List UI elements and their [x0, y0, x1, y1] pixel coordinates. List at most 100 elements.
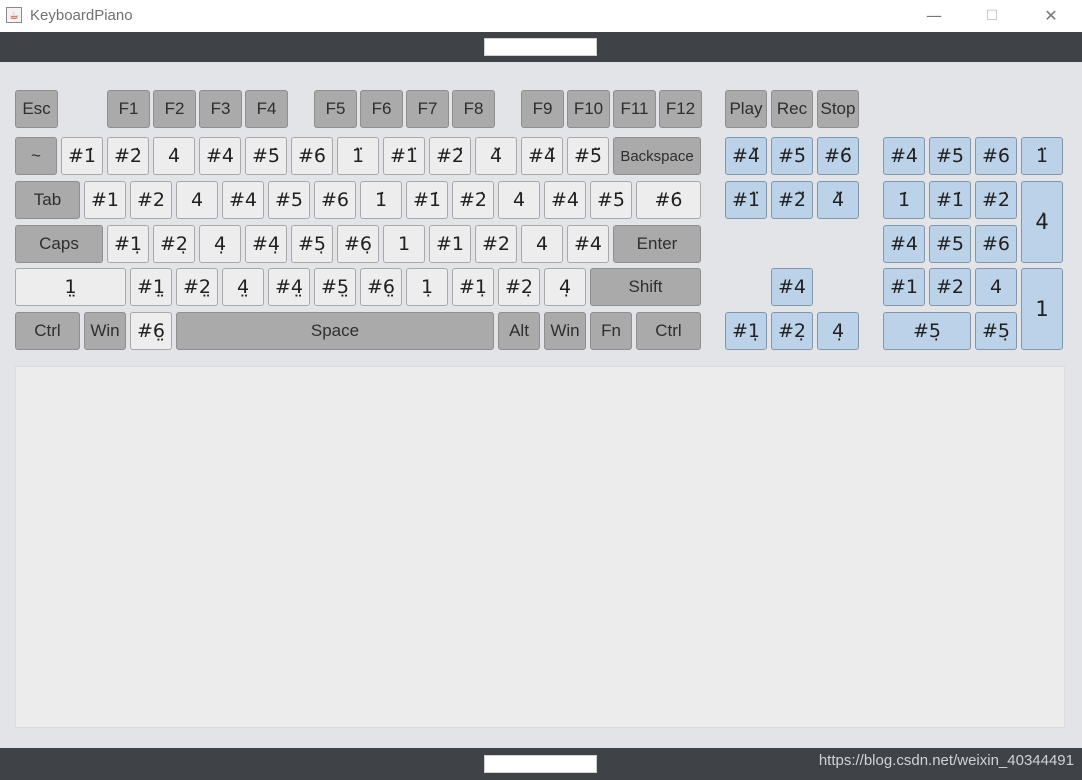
piano-key[interactable]: #1̤: [130, 268, 172, 306]
piano-key[interactable]: #5̈: [567, 137, 609, 175]
key-f3[interactable]: F3: [199, 90, 242, 128]
close-button[interactable]: ✕: [1028, 0, 1074, 32]
numpad-key[interactable]: #4: [883, 225, 925, 263]
numpad-key[interactable]: 1̇: [883, 181, 925, 219]
key-f9[interactable]: F9: [521, 90, 564, 128]
piano-key[interactable]: #4̣: [245, 225, 287, 263]
numpad-key[interactable]: #6: [975, 225, 1017, 263]
key-f12[interactable]: F12: [659, 90, 702, 128]
piano-key[interactable]: #5̇: [590, 181, 632, 219]
minimize-button[interactable]: —: [911, 0, 957, 32]
key-f10[interactable]: F10: [567, 90, 610, 128]
numpad-zero-key[interactable]: #5̣: [883, 312, 971, 350]
piano-key[interactable]: #6̣: [337, 225, 379, 263]
piano-key[interactable]: #4: [222, 181, 264, 219]
numpad-key[interactable]: 4: [975, 268, 1017, 306]
piano-key[interactable]: #2̣: [153, 225, 195, 263]
key-f6[interactable]: F6: [360, 90, 403, 128]
piano-key[interactable]: 1̈: [337, 137, 379, 175]
top-input-box[interactable]: [484, 38, 597, 56]
piano-key[interactable]: #1̈: [383, 137, 425, 175]
stop-button[interactable]: Stop: [817, 90, 859, 128]
numpad-key[interactable]: #4̇: [883, 137, 925, 175]
piano-key[interactable]: 4̤: [222, 268, 264, 306]
piano-key[interactable]: #6̇: [636, 181, 701, 219]
nav-key-insert[interactable]: #4̈: [725, 137, 767, 175]
piano-key[interactable]: 4̣: [199, 225, 241, 263]
piano-key[interactable]: #5̣: [291, 225, 333, 263]
piano-key[interactable]: #1̇: [61, 137, 103, 175]
piano-key[interactable]: 4̇: [498, 181, 540, 219]
piano-key[interactable]: #5: [268, 181, 310, 219]
piano-key[interactable]: #5̇: [245, 137, 287, 175]
piano-key[interactable]: #2̇: [107, 137, 149, 175]
nav-key-end[interactable]: #2̈: [771, 181, 813, 219]
arrow-left-key[interactable]: #1̣: [725, 312, 767, 350]
piano-key[interactable]: #1: [429, 225, 471, 263]
rec-button[interactable]: Rec: [771, 90, 813, 128]
piano-key[interactable]: #1̇: [406, 181, 448, 219]
piano-key[interactable]: #5̤: [314, 268, 356, 306]
key-win-right[interactable]: Win: [544, 312, 586, 350]
piano-key[interactable]: 4̇: [153, 137, 195, 175]
key-ctrl-right[interactable]: Ctrl: [636, 312, 701, 350]
numpad-key[interactable]: #5̇: [929, 137, 971, 175]
numpad-key[interactable]: #1̇: [929, 181, 971, 219]
numpad-dot-key[interactable]: #5̣: [975, 312, 1017, 350]
nav-key-home[interactable]: #5̈: [771, 137, 813, 175]
key-f5[interactable]: F5: [314, 90, 357, 128]
bottom-input-box[interactable]: [484, 755, 597, 773]
key-f8[interactable]: F8: [452, 90, 495, 128]
nav-key-pageup[interactable]: #6̈: [817, 137, 859, 175]
key-tilde[interactable]: ~: [15, 137, 57, 175]
piano-key[interactable]: 1̣: [406, 268, 448, 306]
numpad-key[interactable]: #1: [883, 268, 925, 306]
key-win-left[interactable]: Win: [84, 312, 126, 350]
key-f4[interactable]: F4: [245, 90, 288, 128]
nav-key-pagedown[interactable]: 4̈: [817, 181, 859, 219]
piano-key[interactable]: #6̇: [291, 137, 333, 175]
numpad-key[interactable]: #2: [929, 268, 971, 306]
score-display-area[interactable]: [15, 366, 1065, 728]
nav-key-delete[interactable]: #1̈: [725, 181, 767, 219]
piano-key[interactable]: #1: [84, 181, 126, 219]
numpad-enter-key[interactable]: 1: [1021, 268, 1063, 350]
piano-key[interactable]: #4̇: [199, 137, 241, 175]
piano-key[interactable]: #4̤: [268, 268, 310, 306]
piano-key[interactable]: #4: [567, 225, 609, 263]
arrow-down-key[interactable]: #2̣: [771, 312, 813, 350]
piano-key[interactable]: #2̤: [176, 268, 218, 306]
key-esc[interactable]: Esc: [15, 90, 58, 128]
piano-key[interactable]: #2: [475, 225, 517, 263]
key-f11[interactable]: F11: [613, 90, 656, 128]
key-alt[interactable]: Alt: [498, 312, 540, 350]
piano-key[interactable]: #1̣: [452, 268, 494, 306]
key-fn[interactable]: Fn: [590, 312, 632, 350]
piano-key[interactable]: #2̈: [429, 137, 471, 175]
piano-key[interactable]: #2̣: [498, 268, 540, 306]
arrow-right-key[interactable]: 4̣: [817, 312, 859, 350]
play-button[interactable]: Play: [725, 90, 767, 128]
numpad-key[interactable]: 1̈: [1021, 137, 1063, 175]
piano-key[interactable]: 1: [383, 225, 425, 263]
piano-key[interactable]: #4̈: [521, 137, 563, 175]
piano-key[interactable]: #2: [130, 181, 172, 219]
maximize-button[interactable]: ☐: [969, 0, 1015, 32]
numpad-key[interactable]: #5: [929, 225, 971, 263]
key-f7[interactable]: F7: [406, 90, 449, 128]
piano-key-lshift[interactable]: 1̤: [15, 268, 126, 306]
key-tab[interactable]: Tab: [15, 181, 80, 219]
key-backspace[interactable]: Backspace: [613, 137, 701, 175]
piano-key[interactable]: 4: [521, 225, 563, 263]
piano-key[interactable]: #1̣: [107, 225, 149, 263]
piano-key[interactable]: #6̤: [360, 268, 402, 306]
piano-key[interactable]: 4̈: [475, 137, 517, 175]
key-space[interactable]: Space: [176, 312, 494, 350]
numpad-plus-key[interactable]: 4̇: [1021, 181, 1063, 263]
piano-key[interactable]: #6̤: [130, 312, 172, 350]
key-ctrl-left[interactable]: Ctrl: [15, 312, 80, 350]
key-f1[interactable]: F1: [107, 90, 150, 128]
piano-key[interactable]: #2̇: [452, 181, 494, 219]
piano-key[interactable]: #6: [314, 181, 356, 219]
piano-key[interactable]: 1̇: [360, 181, 402, 219]
